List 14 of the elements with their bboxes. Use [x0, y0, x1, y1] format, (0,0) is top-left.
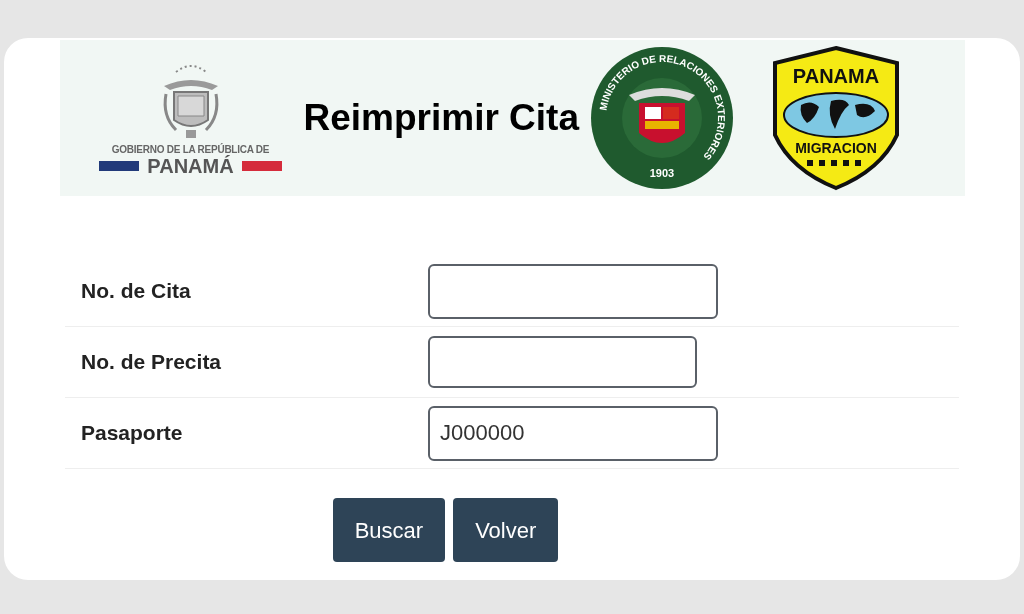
page-title: Reimprimir Cita [303, 96, 579, 141]
field-label: No. de Cita [81, 278, 192, 305]
action-button[interactable]: Buscar [332, 498, 446, 562]
field-label: Pasaporte [81, 420, 184, 447]
country-name: PANAMÁ [147, 156, 234, 177]
flag-stripe [241, 161, 282, 172]
action-button[interactable]: Volver [453, 498, 559, 562]
field-label: No. de Precita [81, 349, 223, 376]
text-field[interactable]: J000000 [428, 405, 718, 461]
government-caption: GOBIERNO DE LA REPÚBLICA DE [111, 143, 270, 155]
migration-badge: PANAMA MIGRACION [771, 45, 901, 191]
text-field[interactable] [428, 336, 697, 388]
text-field[interactable] [428, 263, 718, 319]
flag-stripe [99, 161, 140, 172]
